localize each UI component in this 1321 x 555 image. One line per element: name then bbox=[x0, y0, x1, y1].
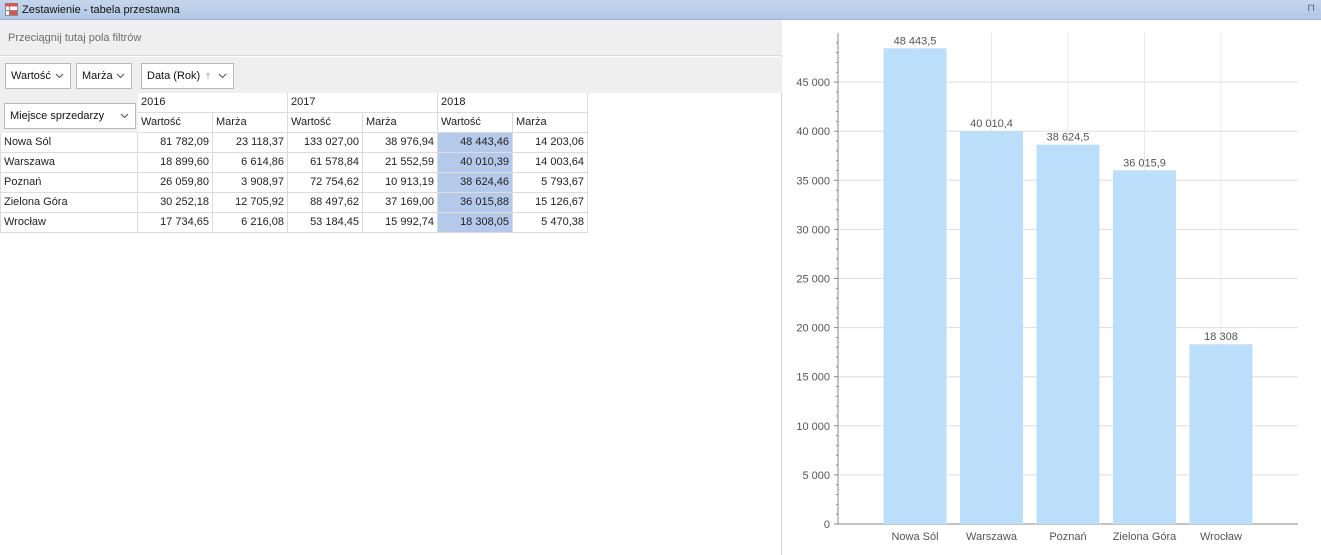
column-header-year[interactable]: 2016 bbox=[138, 93, 288, 113]
pivot-cell[interactable]: 38 624,46 bbox=[438, 173, 513, 193]
pivot-cell[interactable]: 88 497,62 bbox=[288, 193, 363, 213]
pivot-cell[interactable]: 40 010,39 bbox=[438, 153, 513, 173]
pivot-grid-panel: Przeciągnij tutaj pola filtrów Wartość M… bbox=[0, 20, 782, 555]
pivot-cell[interactable]: 10 913,19 bbox=[363, 173, 438, 193]
pivot-cell[interactable]: 61 578,84 bbox=[288, 153, 363, 173]
pivot-cell[interactable]: 38 976,94 bbox=[363, 133, 438, 153]
pivot-cell[interactable]: 15 992,74 bbox=[363, 213, 438, 233]
y-tick-label: 20 000 bbox=[796, 323, 830, 335]
y-tick-label: 10 000 bbox=[796, 421, 830, 433]
data-field-area: Wartość Marża Data (Rok) ↑ bbox=[0, 57, 782, 93]
chart-panel: 0 5 000 10 000 15 000 20 000 25 000 30 000 35 0… bbox=[786, 20, 1321, 555]
x-tick-label: Zielona Góra bbox=[1113, 531, 1177, 543]
bar-chart: 0 5 000 10 000 15 000 20 000 25 000 30 000 35 0… bbox=[796, 33, 1298, 543]
pivot-cell[interactable]: 14 003,64 bbox=[513, 153, 588, 173]
filter-drop-area[interactable]: Przeciągnij tutaj pola filtrów bbox=[0, 20, 782, 56]
pivot-cell[interactable]: 72 754,62 bbox=[288, 173, 363, 193]
row-header[interactable]: Zielona Góra bbox=[0, 193, 138, 213]
chevron-down-icon[interactable] bbox=[55, 71, 64, 80]
chevron-down-icon[interactable] bbox=[116, 71, 125, 80]
pivot-table-icon bbox=[5, 3, 18, 16]
row-header[interactable]: Nowa Sól bbox=[0, 133, 138, 153]
data-label: 40 010,4 bbox=[970, 118, 1013, 130]
field-button-miejsce-sprzedarzy[interactable]: Miejsce sprzedarzy bbox=[4, 103, 136, 129]
y-tick-label: 25 000 bbox=[796, 274, 830, 286]
pivot-cell[interactable]: 5 793,67 bbox=[513, 173, 588, 193]
x-tick-label: Wrocław bbox=[1200, 531, 1242, 543]
pivot-cell[interactable]: 17 734,65 bbox=[138, 213, 213, 233]
x-tick-label: Nowa Sól bbox=[891, 531, 938, 543]
field-button-data-rok[interactable]: Data (Rok) ↑ bbox=[141, 63, 234, 89]
pin-icon[interactable]: ⊓ bbox=[1307, 3, 1315, 14]
x-tick-label: Warszawa bbox=[966, 531, 1018, 543]
window-titlebar: Zestawienie - tabela przestawna ⊓ bbox=[0, 0, 1321, 20]
column-header-measure[interactable]: Wartość bbox=[288, 113, 363, 133]
pivot-cell[interactable]: 5 470,38 bbox=[513, 213, 588, 233]
column-header-measure[interactable]: Marża bbox=[363, 113, 438, 133]
y-tick-label: 40 000 bbox=[796, 126, 830, 138]
data-label: 48 443,5 bbox=[894, 35, 937, 47]
field-button-label: Miejsce sprzedarzy bbox=[10, 110, 105, 122]
pivot-cell[interactable]: 37 169,00 bbox=[363, 193, 438, 213]
data-label: 36 015,9 bbox=[1123, 157, 1166, 169]
pivot-cell[interactable]: 18 899,60 bbox=[138, 153, 213, 173]
field-button-label: Marża bbox=[82, 70, 113, 82]
pivot-cell[interactable]: 36 015,88 bbox=[438, 193, 513, 213]
chevron-down-icon[interactable] bbox=[218, 71, 227, 80]
chevron-down-icon[interactable] bbox=[120, 111, 129, 120]
pivot-cell[interactable]: 6 216,08 bbox=[213, 213, 288, 233]
data-label: 38 624,5 bbox=[1047, 132, 1090, 144]
pivot-cell[interactable]: 48 443,46 bbox=[438, 133, 513, 153]
pivot-cell[interactable]: 53 184,45 bbox=[288, 213, 363, 233]
y-tick-label: 30 000 bbox=[796, 224, 830, 236]
bar bbox=[1189, 344, 1253, 524]
pivot-cell[interactable]: 12 705,92 bbox=[213, 193, 288, 213]
column-header-measure[interactable]: Marża bbox=[213, 113, 288, 133]
pivot-cell[interactable]: 26 059,80 bbox=[138, 173, 213, 193]
pivot-cell[interactable]: 133 027,00 bbox=[288, 133, 363, 153]
pivot-cell[interactable]: 30 252,18 bbox=[138, 193, 213, 213]
pivot-cell[interactable]: 6 614,86 bbox=[213, 153, 288, 173]
pivot-cell[interactable]: 23 118,37 bbox=[213, 133, 288, 153]
column-header-measure[interactable]: Marża bbox=[513, 113, 588, 133]
pivot-cell[interactable]: 15 126,67 bbox=[513, 193, 588, 213]
column-header-measure[interactable]: Wartość bbox=[138, 113, 213, 133]
x-tick-label: Poznań bbox=[1049, 531, 1086, 543]
field-button-label: Data (Rok) bbox=[147, 70, 201, 82]
row-field-area: Miejsce sprzedarzy bbox=[0, 93, 138, 133]
pivot-cell[interactable]: 14 203,06 bbox=[513, 133, 588, 153]
bar bbox=[1113, 170, 1176, 525]
pivot-cell[interactable]: 81 782,09 bbox=[138, 133, 213, 153]
data-label: 18 308 bbox=[1204, 331, 1238, 343]
bar bbox=[1036, 144, 1100, 525]
filter-area-placeholder: Przeciągnij tutaj pola filtrów bbox=[8, 32, 142, 44]
pivot-cell[interactable]: 3 908,97 bbox=[213, 173, 288, 193]
column-header-year[interactable]: 2018 bbox=[438, 93, 588, 113]
column-header-measure[interactable]: Wartość bbox=[438, 113, 513, 133]
y-tick-label: 5 000 bbox=[802, 470, 830, 482]
row-header[interactable]: Wrocław bbox=[0, 213, 138, 233]
row-header[interactable]: Poznań bbox=[0, 173, 138, 193]
y-tick-label: 15 000 bbox=[796, 372, 830, 384]
sort-ascending-icon: ↑ bbox=[205, 70, 211, 82]
field-button-label: Wartość bbox=[11, 70, 51, 82]
pivot-cell[interactable]: 21 552,59 bbox=[363, 153, 438, 173]
pivot-cell[interactable]: 18 308,05 bbox=[438, 213, 513, 233]
column-header-year[interactable]: 2017 bbox=[288, 93, 438, 113]
y-tick-label: 0 bbox=[824, 519, 830, 531]
y-tick-label: 45 000 bbox=[796, 77, 830, 89]
y-tick-label: 35 000 bbox=[796, 175, 830, 187]
window-title: Zestawienie - tabela przestawna bbox=[22, 3, 180, 16]
field-button-marza[interactable]: Marża bbox=[76, 63, 132, 89]
field-button-wartosc[interactable]: Wartość bbox=[5, 63, 71, 89]
bar bbox=[960, 131, 1023, 524]
row-header[interactable]: Warszawa bbox=[0, 153, 138, 173]
bar bbox=[883, 48, 947, 525]
